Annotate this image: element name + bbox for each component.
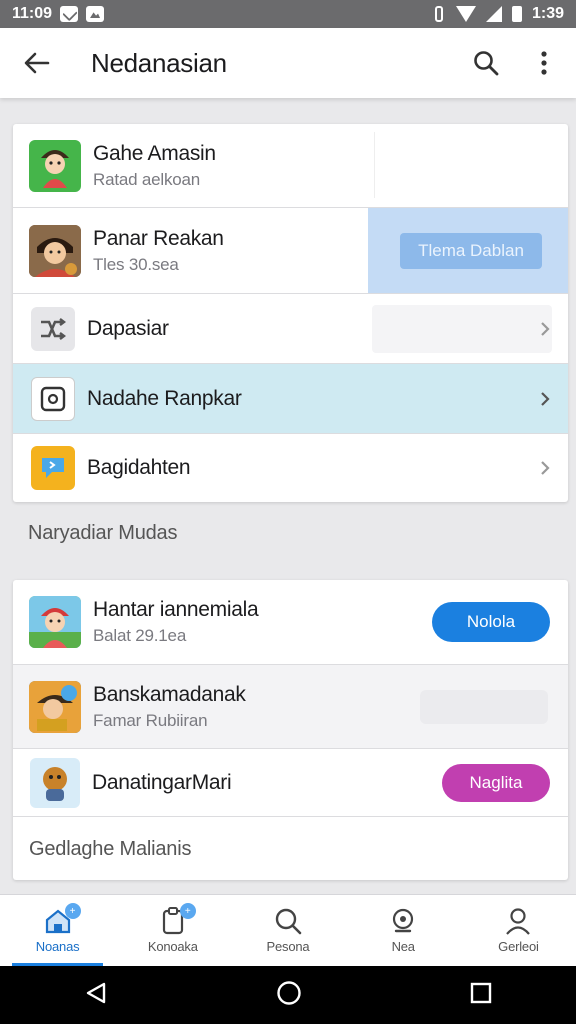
list-item-subtitle: Ratad aelkoan [93,169,201,189]
notification-icon [393,908,414,933]
triangle-back-icon [86,982,106,1003]
nav-label: Pesona [266,939,310,954]
list-item-app-2[interactable]: Banskamadanak Famar Rubiiran [13,665,568,749]
circle-home-icon [277,980,301,1005]
list-item-subtitle: Tles 30.sea [93,254,179,274]
list-item-5[interactable]: Bagidahten [13,434,568,502]
card-footer-label: Gedlaghe Malianis [29,837,192,860]
character-avatar-icon [29,139,81,192]
app-bar: Nedanasian [0,28,576,98]
nav-tab-profile[interactable]: Gerleoi [461,895,576,966]
badge-icon: + [179,903,196,919]
action-button[interactable]: Tlema Dablan [400,232,542,269]
nav-label: Nea [391,939,415,954]
shuffle-icon [31,306,75,351]
status-time-left: 11:09 [12,5,53,22]
status-bar: 11:09 1:39 [0,0,576,28]
nav-label: Noanas [35,939,80,954]
more-options-button[interactable] [520,39,568,87]
game-character-icon [29,596,81,648]
nav-tab-notifications[interactable]: Nea [346,895,461,966]
row-placeholder [372,304,552,353]
nav-tab-home[interactable]: + Noanas [0,895,115,966]
notification-badge-icon [60,6,79,22]
chevron-right-icon [541,321,550,336]
search-icon [474,51,499,76]
apps-card: Hantar iannemiala Balat 29.1ea Nolola Ba… [13,580,568,880]
list-item-3[interactable]: Dapasiar [13,294,568,364]
page-title: Nedanasian [91,47,227,78]
list-item-app-3[interactable]: DanatingarMari Naglita [13,749,568,817]
square-recents-icon [470,982,492,1003]
wifi-icon [455,6,476,22]
list-item-title: Banskamadanak [93,682,246,706]
arrow-left-icon [24,52,50,74]
status-time-right: 1:39 [531,5,564,22]
list-item-title: Bagidahten [87,456,191,479]
secondary-action-button[interactable]: Naglita [442,763,550,802]
profile-icon [506,908,531,935]
list-item-title: Panar Reakan [93,226,224,250]
list-item-title: DanatingarMari [92,770,232,794]
chevron-right-icon [541,391,550,406]
list-item-app-1[interactable]: Hantar iannemiala Balat 29.1ea Nolola [13,580,568,665]
button-placeholder [420,689,548,724]
nav-tab-clipboard[interactable]: + Konoaka [115,895,230,966]
chevron-right-icon [541,461,550,475]
nav-tab-search[interactable]: Pesona [230,895,345,966]
list-item-4[interactable]: Nadahe Ranpkar [13,364,568,434]
bottom-navigation: + Noanas + Konoaka Pesona Nea Gerleoi [0,894,576,966]
more-vert-icon [541,51,547,75]
list-item-title: Hantar iannemiala [93,598,259,621]
image-notification-icon [86,6,105,22]
system-navigation-bar [0,966,576,1024]
search-button[interactable] [462,39,510,87]
character-avatar-icon [29,224,81,277]
list-item-2[interactable]: Panar Reakan Tles 30.sea Tlema Dablan [13,208,568,294]
list-item-title: Nadahe Ranpkar [87,386,242,410]
list-item-subtitle: Balat 29.1ea [93,626,187,645]
vibrate-icon [434,6,443,22]
list-item-title: Dapasiar [87,316,169,340]
primary-action-button[interactable]: Nolola [432,602,550,642]
camera-icon [31,376,75,421]
section-header: Naryadiar Mudas [28,522,178,544]
nav-label: Gerleoi [498,939,539,954]
settings-card: Gahe Amasin Ratad aelkoan Panar Reakan T… [13,124,568,502]
chat-bubble-icon [31,446,75,490]
mascot-icon [30,757,80,808]
list-item-title: Gahe Amasin [93,141,216,165]
nav-label: Konoaka [147,939,198,954]
list-item-subtitle: Famar Rubiiran [93,710,208,730]
back-button[interactable] [13,39,61,87]
search-icon [275,908,302,935]
game-character-icon [29,680,81,733]
system-recents-button[interactable] [470,982,492,1009]
signal-icon [485,6,502,22]
battery-icon [511,6,522,22]
system-back-button[interactable] [84,981,108,1010]
list-item-1[interactable]: Gahe Amasin Ratad aelkoan [13,124,568,208]
badge-icon: + [64,903,81,919]
row-divider [374,132,554,198]
system-home-button[interactable] [276,980,302,1011]
